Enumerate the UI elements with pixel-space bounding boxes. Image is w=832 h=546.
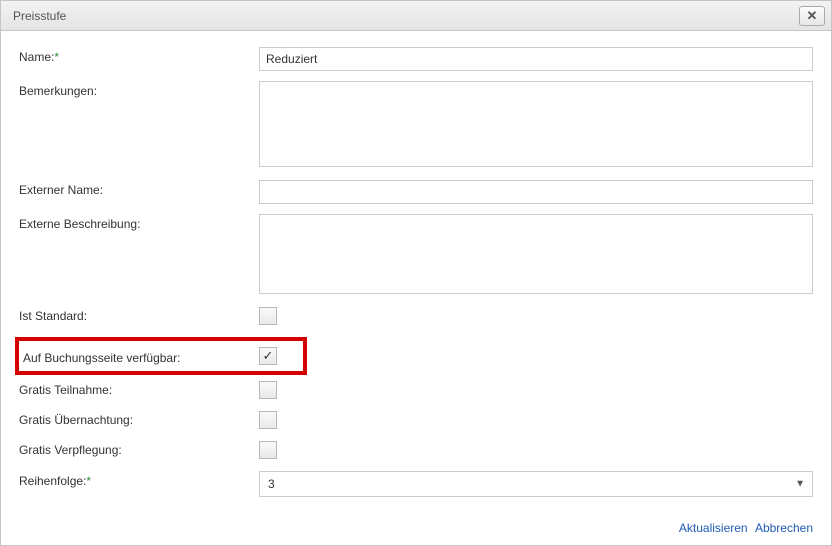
- external-desc-textarea[interactable]: [259, 214, 813, 294]
- row-free-participation: Gratis Teilnahme:: [19, 381, 813, 399]
- label-order: Reihenfolge:*: [19, 471, 259, 488]
- row-name: Name:*: [19, 47, 813, 71]
- row-external-desc: Externe Beschreibung:: [19, 214, 813, 297]
- label-free-catering: Gratis Verpflegung:: [19, 443, 259, 457]
- close-icon: ✕: [807, 8, 818, 24]
- dialog-content: Name:* Bemerkungen: Externer Name: Exter…: [1, 31, 831, 515]
- label-remarks: Bemerkungen:: [19, 81, 259, 98]
- price-tier-dialog: Preisstufe ✕ Name:* Bemerkungen: Externe…: [0, 0, 832, 546]
- dialog-footer: Aktualisieren Abbrechen: [1, 515, 831, 545]
- order-select[interactable]: ▼: [259, 471, 813, 497]
- row-external-name: Externer Name:: [19, 180, 813, 204]
- label-free-accommodation: Gratis Übernachtung:: [19, 413, 259, 427]
- free-participation-checkbox[interactable]: [259, 381, 277, 399]
- close-button[interactable]: ✕: [799, 6, 825, 26]
- label-booking-available: Auf Buchungsseite verfügbar:: [19, 348, 259, 365]
- dialog-title: Preisstufe: [13, 9, 66, 23]
- label-name: Name:*: [19, 47, 259, 64]
- external-name-input[interactable]: [259, 180, 813, 204]
- remarks-textarea[interactable]: [259, 81, 813, 167]
- row-booking-available-highlight: Auf Buchungsseite verfügbar: ✓: [15, 337, 307, 375]
- is-standard-checkbox[interactable]: [259, 307, 277, 325]
- label-is-standard: Ist Standard:: [19, 309, 259, 323]
- label-external-desc: Externe Beschreibung:: [19, 214, 259, 231]
- row-order: Reihenfolge:* ▼: [19, 471, 813, 497]
- label-free-participation: Gratis Teilnahme:: [19, 383, 259, 397]
- name-input[interactable]: [259, 47, 813, 71]
- label-external-name: Externer Name:: [19, 180, 259, 197]
- free-accommodation-checkbox[interactable]: [259, 411, 277, 429]
- booking-available-checkbox[interactable]: ✓: [259, 347, 277, 365]
- row-free-accommodation: Gratis Übernachtung:: [19, 411, 813, 429]
- row-free-catering: Gratis Verpflegung:: [19, 441, 813, 459]
- dialog-titlebar: Preisstufe ✕: [1, 1, 831, 31]
- row-is-standard: Ist Standard:: [19, 307, 813, 325]
- checkmark-icon: ✓: [263, 348, 274, 364]
- order-select-input[interactable]: [259, 471, 813, 497]
- free-catering-checkbox[interactable]: [259, 441, 277, 459]
- row-remarks: Bemerkungen:: [19, 81, 813, 170]
- update-link[interactable]: Aktualisieren: [679, 521, 748, 535]
- cancel-link[interactable]: Abbrechen: [755, 521, 813, 535]
